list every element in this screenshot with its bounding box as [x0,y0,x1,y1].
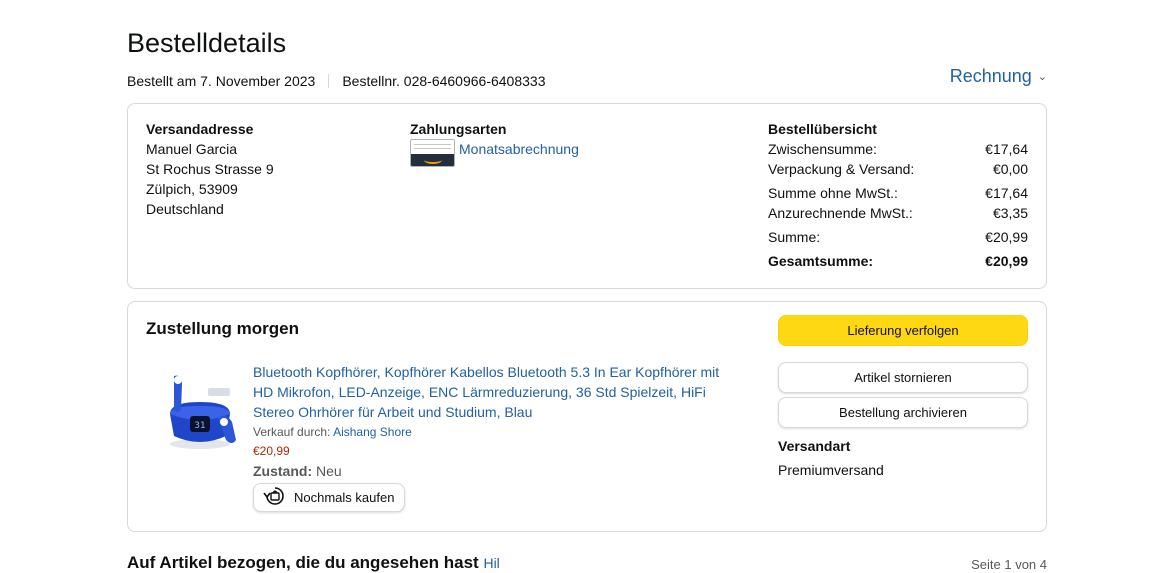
payment-method-link[interactable]: Monatsabrechnung [459,139,579,159]
payment-method-row: Monatsabrechnung [410,139,579,167]
meta-divider [328,74,330,88]
condition-line: Zustand: Neu [253,461,743,481]
shipping-address-title: Versandadresse [146,121,254,137]
summary-value: €3,35 [992,205,1028,221]
invoice-label: Rechnung [949,66,1032,86]
summary-row: Zwischensumme: €17,64 [768,139,1028,159]
product-price: €20,99 [253,444,290,458]
related-items-heading: Auf Artikel bezogen, die du angesehen ha… [127,553,500,573]
cancel-item-button[interactable]: Artikel stornieren [778,362,1028,393]
track-delivery-button[interactable]: Lieferung verfolgen [778,315,1028,346]
amazon-card-icon [410,139,455,167]
seller-prefix: Verkauf durch: [253,425,331,439]
order-info-box: Versandadresse Manuel Garcia St Rochus S… [127,103,1047,289]
shipping-type-title: Versandart [778,438,851,454]
chevron-down-icon: ⌄ [1037,71,1047,83]
condition-label: Zustand: [253,463,313,479]
buy-again-button[interactable]: Nochmals kaufen [253,483,406,512]
address-city: Zülpich, 53909 [146,181,238,197]
product-title-link[interactable]: Bluetooth Kopfhörer, Kopfhörer Kabellos … [253,362,743,422]
summary-total-label: Gesamtsumme: [768,253,874,269]
shipping-type-value: Premiumversand [778,462,884,478]
summary-value: €20,99 [985,229,1028,245]
summary-label: Summe ohne MwSt.: [768,185,898,201]
address-street: St Rochus Strasse 9 [146,161,274,177]
seller-link[interactable]: Aishang Shore [333,425,412,439]
summary-value: €17,64 [985,141,1028,157]
summary-total-value: €20,99 [985,253,1028,269]
buy-again-icon [262,484,288,511]
product-image[interactable]: 31 [160,366,240,456]
summary-row: Anzurechnende MwSt.: €3,35 [768,203,1028,223]
summary-label: Summe: [768,229,821,245]
delivery-title: Zustellung morgen [146,319,299,338]
address-country: Deutschland [146,201,224,217]
order-summary: Bestellübersicht Zwischensumme: €17,64 V… [768,119,1028,271]
summary-label: Zwischensumme: [768,141,877,157]
order-actions: Lieferung verfolgen Artikel stornieren B… [778,315,1028,480]
pagination: Seite 1 von 4 [971,557,1047,572]
summary-value: €17,64 [985,185,1028,201]
address-name: Manuel Garcia [146,141,238,157]
page-title: Bestelldetails [127,28,287,58]
seller-line: Verkauf durch: Aishang Shore [253,424,743,440]
related-heading-text: Auf Artikel bezogen, die du angesehen ha… [127,553,479,572]
summary-value: €0,00 [992,161,1028,177]
summary-total-row: Gesamtsumme: €20,99 [768,251,1028,271]
order-date: Bestellt am 7. November 2023 [127,73,316,89]
delivery-box: Zustellung morgen 31 Bluetooth Kopfhörer… [127,301,1047,532]
product-info: Bluetooth Kopfhörer, Kopfhörer Kabellos … [253,362,743,513]
svg-text:31: 31 [194,421,205,431]
summary-title: Bestellübersicht [768,121,877,137]
summary-row: Summe: €20,99 [768,227,1028,247]
order-meta: Bestellt am 7. November 2023 Bestellnr. … [127,72,546,90]
payment-title: Zahlungsarten [410,121,507,137]
summary-label: Verpackung & Versand: [768,161,915,177]
summary-label: Anzurechnende MwSt.: [768,205,913,221]
buy-again-label: Nochmals kaufen [294,490,395,505]
condition-value: Neu [316,463,342,479]
invoice-dropdown[interactable]: Rechnung ⌄ [950,66,1047,87]
order-number: Bestellnr. 028-6460966-6408333 [342,73,546,89]
summary-row: Summe ohne MwSt.: €17,64 [768,183,1028,203]
summary-row: Verpackung & Versand: €0,00 [768,159,1028,179]
payment-methods: Zahlungsarten Monatsabrechnung [410,119,579,167]
archive-order-button[interactable]: Bestellung archivieren [778,397,1028,428]
shipping-address: Versandadresse Manuel Garcia St Rochus S… [146,119,274,219]
help-link[interactable]: Hil [483,555,499,571]
